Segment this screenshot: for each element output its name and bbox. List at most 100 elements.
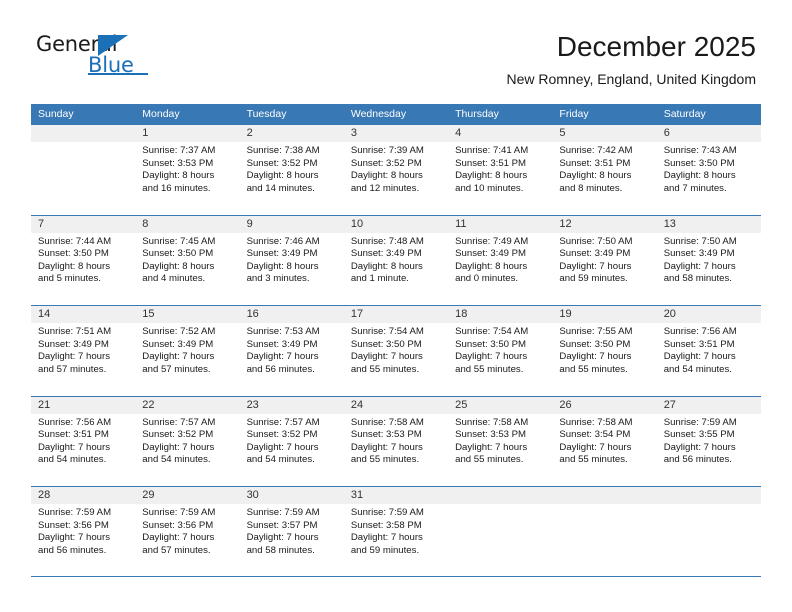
day-cell[interactable]: 4 Sunrise: 7:41 AM Sunset: 3:51 PM Daylight… bbox=[448, 125, 553, 215]
day-details: Sunrise: 7:56 AM Sunset: 3:51 PM Daylight:… bbox=[657, 323, 761, 376]
day-details: Sunrise: 7:59 AM Sunset: 3:55 PM Daylight:… bbox=[657, 414, 761, 467]
day-detail-daylight1: Daylight: 8 hours bbox=[246, 170, 319, 182]
day-cell[interactable]: 14 Sunrise: 7:51 AM Sunset: 3:49 PM Dayligh… bbox=[31, 306, 136, 396]
day-cell[interactable]: 27 Sunrise: 7:59 AM Sunset: 3:55 PM Dayligh… bbox=[656, 396, 761, 487]
day-detail-daylight2: and 4 minutes. bbox=[142, 273, 206, 285]
day-cell[interactable]: 31 Sunrise: 7:59 AM Sunset: 3:58 PM Dayligh… bbox=[343, 487, 449, 576]
day-details: Sunrise: 7:44 AM Sunset: 3:50 PM Daylight:… bbox=[31, 233, 135, 286]
general-blue-logo: General Blue bbox=[36, 32, 176, 84]
day-detail-daylight2: and 59 minutes. bbox=[350, 544, 420, 556]
weekday-header-wednesday: Wednesday bbox=[350, 108, 407, 120]
day-number bbox=[448, 487, 553, 504]
day-detail-daylight1: Daylight: 7 hours bbox=[559, 351, 632, 363]
day-detail-daylight1: Daylight: 7 hours bbox=[663, 351, 736, 363]
day-detail-sunrise: Sunrise: 7:59 AM bbox=[663, 416, 737, 428]
day-details: Sunrise: 7:59 AM Sunset: 3:58 PM Daylight:… bbox=[344, 504, 448, 557]
day-details: Sunrise: 7:43 AM Sunset: 3:50 PM Daylight:… bbox=[657, 142, 761, 195]
day-detail-daylight2: and 55 minutes. bbox=[559, 363, 628, 375]
day-cell[interactable]: 21 Sunrise: 7:56 AM Sunset: 3:51 PM Dayligh… bbox=[31, 396, 136, 487]
day-number: 13 bbox=[656, 215, 761, 233]
day-detail-daylight1: Daylight: 7 hours bbox=[350, 351, 423, 363]
day-detail-daylight2: and 56 minutes. bbox=[663, 454, 732, 466]
day-detail-daylight1: Daylight: 8 hours bbox=[142, 170, 215, 182]
day-number: 26 bbox=[552, 396, 657, 414]
day-detail-sunset: Sunset: 3:53 PM bbox=[350, 429, 422, 441]
day-cell[interactable]: 24 Sunrise: 7:58 AM Sunset: 3:53 PM Dayligh… bbox=[343, 396, 449, 487]
day-detail-sunrise: Sunrise: 7:50 AM bbox=[559, 235, 633, 247]
day-number: 28 bbox=[31, 487, 136, 504]
day-cell[interactable]: 20 Sunrise: 7:56 AM Sunset: 3:51 PM Dayligh… bbox=[656, 306, 761, 396]
calendar-week-row: 14 Sunrise: 7:51 AM Sunset: 3:49 PM Dayligh… bbox=[31, 305, 761, 396]
day-details bbox=[657, 504, 761, 507]
day-cell[interactable]: 28 Sunrise: 7:59 AM Sunset: 3:56 PM Dayligh… bbox=[31, 487, 136, 576]
day-cell[interactable]: 26 Sunrise: 7:58 AM Sunset: 3:54 PM Dayligh… bbox=[552, 396, 657, 487]
day-detail-sunset: Sunset: 3:49 PM bbox=[142, 338, 214, 350]
day-number: 2 bbox=[239, 125, 344, 142]
day-detail-daylight2: and 56 minutes. bbox=[246, 363, 315, 375]
day-detail-sunset: Sunset: 3:56 PM bbox=[38, 519, 109, 531]
day-cell[interactable]: 19 Sunrise: 7:55 AM Sunset: 3:50 PM Dayligh… bbox=[552, 306, 657, 396]
day-detail-daylight1: Daylight: 8 hours bbox=[142, 260, 215, 272]
day-detail-daylight1: Daylight: 7 hours bbox=[663, 441, 736, 453]
day-cell[interactable]: 23 Sunrise: 7:57 AM Sunset: 3:52 PM Dayligh… bbox=[239, 396, 344, 487]
day-detail-daylight1: Daylight: 8 hours bbox=[559, 170, 632, 182]
day-details bbox=[31, 142, 135, 145]
day-cell-empty bbox=[552, 487, 657, 576]
day-detail-sunrise: Sunrise: 7:49 AM bbox=[455, 235, 529, 247]
day-details: Sunrise: 7:53 AM Sunset: 3:49 PM Daylight:… bbox=[240, 323, 344, 376]
day-cell-empty bbox=[656, 487, 761, 576]
day-cell[interactable]: 25 Sunrise: 7:58 AM Sunset: 3:53 PM Dayligh… bbox=[448, 396, 553, 487]
day-detail-daylight2: and 10 minutes. bbox=[455, 182, 524, 194]
day-detail-sunrise: Sunrise: 7:54 AM bbox=[350, 326, 424, 337]
day-detail-daylight2: and 3 minutes. bbox=[246, 273, 310, 285]
day-detail-daylight2: and 59 minutes. bbox=[559, 273, 628, 285]
day-cell[interactable]: 17 Sunrise: 7:54 AM Sunset: 3:50 PM Dayligh… bbox=[343, 306, 449, 396]
day-detail-daylight2: and 57 minutes. bbox=[142, 363, 211, 375]
day-detail-sunrise: Sunrise: 7:38 AM bbox=[246, 145, 320, 156]
day-detail-sunrise: Sunrise: 7:58 AM bbox=[350, 416, 424, 428]
day-details: Sunrise: 7:51 AM Sunset: 3:49 PM Daylight:… bbox=[31, 323, 135, 376]
weekday-header-monday: Monday bbox=[142, 108, 180, 120]
day-detail-sunrise: Sunrise: 7:37 AM bbox=[142, 145, 216, 156]
day-cell[interactable]: 6 Sunrise: 7:43 AM Sunset: 3:50 PM Daylight… bbox=[656, 125, 761, 215]
day-detail-daylight1: Daylight: 8 hours bbox=[455, 170, 528, 182]
day-detail-sunset: Sunset: 3:56 PM bbox=[142, 519, 214, 531]
day-number: 24 bbox=[343, 396, 449, 414]
day-detail-daylight2: and 55 minutes. bbox=[455, 363, 524, 375]
day-details: Sunrise: 7:55 AM Sunset: 3:50 PM Daylight:… bbox=[552, 323, 656, 376]
day-cell[interactable]: 22 Sunrise: 7:57 AM Sunset: 3:52 PM Dayligh… bbox=[135, 396, 240, 487]
day-cell[interactable]: 29 Sunrise: 7:59 AM Sunset: 3:56 PM Dayligh… bbox=[135, 487, 240, 576]
day-details: Sunrise: 7:39 AM Sunset: 3:52 PM Daylight:… bbox=[344, 142, 448, 195]
day-cell[interactable]: 18 Sunrise: 7:54 AM Sunset: 3:50 PM Dayligh… bbox=[448, 306, 553, 396]
day-details: Sunrise: 7:41 AM Sunset: 3:51 PM Daylight:… bbox=[448, 142, 552, 195]
day-number: 25 bbox=[448, 396, 553, 414]
day-cell[interactable]: 3 Sunrise: 7:39 AM Sunset: 3:52 PM Daylight… bbox=[343, 125, 449, 215]
day-cell[interactable]: 9 Sunrise: 7:46 AM Sunset: 3:49 PM Daylight… bbox=[239, 215, 344, 306]
day-cell[interactable]: 11 Sunrise: 7:49 AM Sunset: 3:49 PM Dayligh… bbox=[448, 215, 553, 306]
calendar-week-row: 7 Sunrise: 7:44 AM Sunset: 3:50 PM Daylight… bbox=[31, 214, 761, 306]
day-details: Sunrise: 7:50 AM Sunset: 3:49 PM Daylight:… bbox=[657, 233, 761, 286]
day-detail-daylight2: and 0 minutes. bbox=[455, 273, 519, 285]
day-cell[interactable]: 1 Sunrise: 7:37 AM Sunset: 3:53 PM Daylight… bbox=[135, 125, 240, 215]
day-cell[interactable]: 5 Sunrise: 7:42 AM Sunset: 3:51 PM Daylight… bbox=[552, 125, 657, 215]
day-detail-daylight2: and 54 minutes. bbox=[38, 454, 107, 466]
day-cell[interactable]: 7 Sunrise: 7:44 AM Sunset: 3:50 PM Daylight… bbox=[31, 215, 136, 306]
day-detail-daylight2: and 56 minutes. bbox=[38, 544, 107, 556]
day-detail-sunrise: Sunrise: 7:53 AM bbox=[246, 326, 320, 337]
day-detail-sunrise: Sunrise: 7:55 AM bbox=[559, 326, 633, 337]
day-cell[interactable]: 12 Sunrise: 7:50 AM Sunset: 3:49 PM Dayligh… bbox=[552, 215, 657, 306]
day-detail-daylight2: and 54 minutes. bbox=[246, 454, 315, 466]
day-number: 22 bbox=[135, 396, 240, 414]
day-cell[interactable]: 15 Sunrise: 7:52 AM Sunset: 3:49 PM Dayligh… bbox=[135, 306, 240, 396]
day-number: 17 bbox=[343, 306, 449, 323]
day-cell[interactable]: 16 Sunrise: 7:53 AM Sunset: 3:49 PM Dayligh… bbox=[239, 306, 344, 396]
day-cell[interactable]: 13 Sunrise: 7:50 AM Sunset: 3:49 PM Dayligh… bbox=[656, 215, 761, 306]
calendar-page: General Blue December 2025 New Romney, E… bbox=[0, 0, 792, 612]
day-detail-sunset: Sunset: 3:50 PM bbox=[38, 248, 109, 260]
day-cell[interactable]: 8 Sunrise: 7:45 AM Sunset: 3:50 PM Daylight… bbox=[135, 215, 240, 306]
day-cell[interactable]: 10 Sunrise: 7:48 AM Sunset: 3:49 PM Dayligh… bbox=[343, 215, 449, 306]
day-cell[interactable]: 2 Sunrise: 7:38 AM Sunset: 3:52 PM Daylight… bbox=[239, 125, 344, 215]
day-detail-daylight2: and 12 minutes. bbox=[350, 182, 420, 194]
day-detail-sunrise: Sunrise: 7:44 AM bbox=[38, 235, 112, 247]
day-cell[interactable]: 30 Sunrise: 7:59 AM Sunset: 3:57 PM Dayligh… bbox=[239, 487, 344, 576]
